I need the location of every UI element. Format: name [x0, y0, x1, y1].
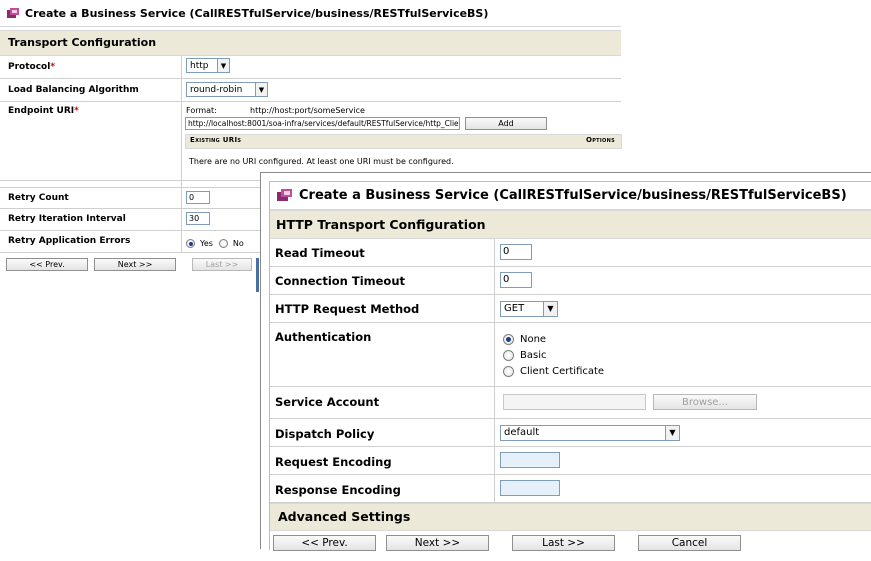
authentication-label: Authentication	[270, 323, 495, 386]
response-encoding-input[interactable]	[500, 480, 560, 496]
dispatch-policy-row: Dispatch Policy default ▼	[270, 419, 871, 447]
browse-button[interactable]: Browse...	[653, 394, 757, 410]
auth-option-basic[interactable]: Basic	[503, 347, 604, 363]
http-method-cell: GET ▼	[495, 295, 558, 322]
back-panel-title: Create a Business Service (CallRESTfulSe…	[25, 6, 489, 20]
back-last-button[interactable]: Last >>	[192, 258, 252, 271]
response-encoding-cell	[495, 475, 560, 502]
retry-app-errors-cell: Yes No	[182, 231, 244, 252]
add-uri-button[interactable]: Add	[465, 117, 547, 130]
auth-none-label: None	[520, 333, 547, 345]
chevron-down-icon: ▼	[665, 425, 679, 440]
protocol-row: Protocol* http ▼	[0, 56, 621, 79]
load-balancing-cell: round-robin ▼	[182, 79, 268, 101]
endpoint-cell: Format: http://host:port/someService htt…	[182, 102, 622, 180]
retry-app-errors-label: Retry Application Errors	[0, 231, 182, 252]
load-balancing-select[interactable]: round-robin ▼	[186, 82, 268, 97]
back-panel-title-bar: Create a Business Service (CallRESTfulSe…	[0, 0, 621, 27]
endpoint-label: Endpoint URI*	[0, 102, 182, 180]
business-service-icon	[6, 7, 20, 20]
authentication-row: Authentication None Basic Client Certifi…	[270, 323, 871, 387]
protocol-value: http	[190, 60, 209, 71]
http-method-select[interactable]: GET ▼	[500, 300, 558, 317]
business-service-icon	[276, 188, 293, 203]
load-balancing-label: Load Balancing Algorithm	[0, 79, 182, 101]
connection-timeout-label: Connection Timeout	[270, 267, 495, 294]
protocol-cell: http ▼	[182, 56, 230, 78]
response-encoding-row: Response Encoding	[270, 475, 871, 503]
front-button-bar: << Prev. Next >> Last >> Cancel	[270, 531, 871, 561]
retry-interval-cell: 30	[182, 209, 210, 230]
front-panel-inner: Create a Business Service (CallRESTfulSe…	[269, 181, 871, 551]
chevron-down-icon: ▼	[255, 83, 267, 96]
request-encoding-cell	[495, 447, 560, 474]
front-panel: Create a Business Service (CallRESTfulSe…	[260, 172, 871, 551]
request-encoding-row: Request Encoding	[270, 447, 871, 475]
authentication-cell: None Basic Client Certificate	[495, 323, 604, 386]
retry-count-label: Retry Count	[0, 188, 182, 208]
format-value: http://host:port/someService	[250, 106, 365, 115]
front-panel-title: Create a Business Service (CallRESTfulSe…	[299, 188, 847, 203]
endpoint-uri-input[interactable]: http://localhost:8001/soa-infra/services…	[185, 117, 460, 130]
protocol-select[interactable]: http ▼	[186, 58, 230, 73]
connection-timeout-row: Connection Timeout 0	[270, 267, 871, 295]
service-account-label: Service Account	[270, 387, 495, 418]
connection-timeout-cell: 0	[495, 267, 532, 294]
endpoint-row: Endpoint URI* Format: http://host:port/s…	[0, 102, 622, 181]
front-section-header: HTTP Transport Configuration	[270, 210, 871, 239]
back-section-header: Transport Configuration	[0, 30, 621, 56]
read-timeout-label: Read Timeout	[270, 239, 495, 266]
existing-uris-header: Existing URIs Options	[185, 134, 622, 149]
auth-option-none[interactable]: None	[503, 331, 604, 347]
protocol-label: Protocol*	[0, 56, 182, 78]
dispatch-policy-cell: default ▼	[495, 419, 680, 446]
chevron-down-icon: ▼	[217, 59, 229, 72]
read-timeout-row: Read Timeout 0	[270, 239, 871, 267]
front-panel-edge	[256, 258, 259, 292]
connection-timeout-input[interactable]: 0	[500, 272, 532, 288]
front-panel-title-bar: Create a Business Service (CallRESTfulSe…	[270, 182, 871, 210]
back-prev-button[interactable]: << Prev.	[6, 258, 88, 271]
service-account-cell: Browse...	[495, 387, 757, 418]
auth-none-radio[interactable]	[503, 333, 514, 345]
retry-no-label: No	[232, 239, 244, 248]
read-timeout-input[interactable]: 0	[500, 244, 532, 260]
service-account-row: Service Account Browse...	[270, 387, 871, 419]
http-method-value: GET	[504, 303, 525, 314]
advanced-settings-header[interactable]: Advanced Settings	[270, 503, 871, 531]
retry-interval-label: Retry Iteration Interval	[0, 209, 182, 230]
response-encoding-label: Response Encoding	[270, 475, 495, 502]
dispatch-policy-label: Dispatch Policy	[270, 419, 495, 446]
request-encoding-label: Request Encoding	[270, 447, 495, 474]
load-balancing-row: Load Balancing Algorithm round-robin ▼	[0, 79, 621, 102]
chevron-down-icon: ▼	[543, 301, 557, 316]
retry-yes-radio[interactable]	[186, 239, 195, 248]
dispatch-policy-select[interactable]: default ▼	[500, 424, 680, 441]
retry-count-input[interactable]: 0	[186, 191, 210, 204]
retry-count-cell: 0	[182, 188, 210, 208]
auth-option-client-cert[interactable]: Client Certificate	[503, 363, 604, 379]
retry-yes-label: Yes	[200, 239, 213, 248]
service-account-input[interactable]	[503, 394, 646, 410]
auth-basic-label: Basic	[520, 349, 547, 361]
auth-basic-radio[interactable]	[503, 349, 514, 361]
auth-client-cert-label: Client Certificate	[520, 365, 605, 377]
retry-no-radio[interactable]	[218, 239, 228, 248]
back-next-button[interactable]: Next >>	[94, 258, 176, 271]
auth-client-cert-radio[interactable]	[503, 365, 514, 377]
no-uri-message: There are no URI configured. At least on…	[189, 157, 454, 166]
read-timeout-cell: 0	[495, 239, 532, 266]
request-encoding-input[interactable]	[500, 452, 560, 468]
dispatch-policy-value: default	[504, 427, 540, 438]
http-method-label: HTTP Request Method	[270, 295, 495, 322]
http-method-row: HTTP Request Method GET ▼	[270, 295, 871, 323]
retry-interval-input[interactable]: 30	[186, 212, 210, 225]
format-label: Format:	[186, 106, 217, 115]
load-balancing-value: round-robin	[190, 84, 243, 95]
